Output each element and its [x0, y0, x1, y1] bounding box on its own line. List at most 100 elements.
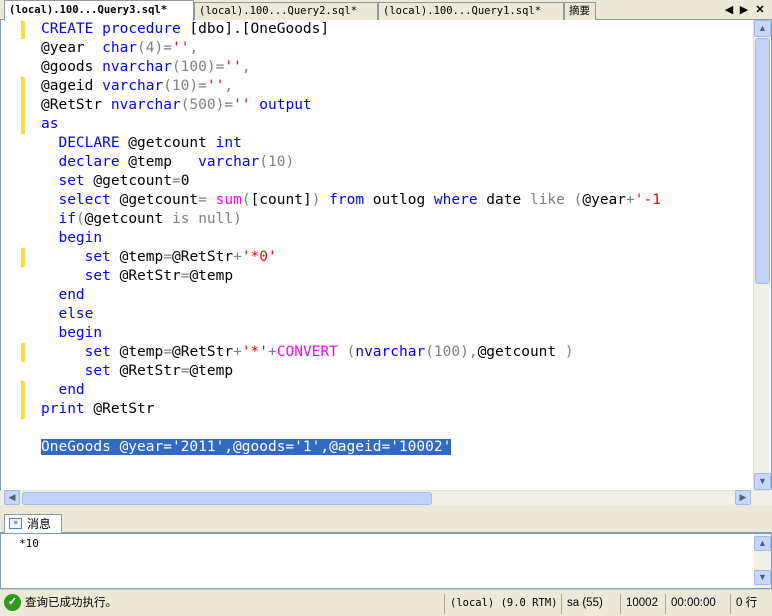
code-token: where [433, 192, 478, 208]
tab-query3[interactable]: (local).100...Query3.sql* [4, 0, 194, 21]
code-token: @getcount [84, 211, 172, 227]
tab-summary[interactable]: 摘要 [564, 2, 596, 20]
code-token: (10) [163, 78, 199, 94]
status-bar: ✓ 查询已成功执行。 (local) (9.0 RTM) sa (55) 100… [0, 589, 772, 616]
code-token: , [468, 344, 478, 360]
code-token: as [41, 116, 59, 132]
status-database: 10002 [620, 594, 664, 614]
code-line[interactable]: set @RetStr=@temp [41, 267, 233, 286]
code-line[interactable]: print @RetStr [41, 400, 155, 419]
horizontal-scroll-thumb[interactable] [22, 492, 432, 505]
arrow-right-icon[interactable]: ▶ [735, 490, 751, 505]
messages-pane[interactable]: *10 ▲ ▼ [0, 533, 772, 589]
code-line[interactable]: end [41, 286, 85, 305]
code-token: select [58, 192, 111, 208]
code-token: '' [206, 78, 225, 94]
query-editor[interactable]: CREATE procedure [dbo].[OneGoods] @year c… [0, 20, 772, 490]
code-token: @getcount [477, 344, 565, 360]
code-token: outlog [364, 192, 434, 208]
code-token: sum [215, 192, 242, 208]
code-line[interactable]: set @temp=@RetStr+'*0' [41, 248, 277, 267]
code-token: output [259, 97, 312, 113]
code-token: from [329, 192, 365, 208]
status-user: sa (55) [561, 594, 619, 614]
code-line[interactable]: select @getcount= sum([count]) from outl… [41, 191, 661, 210]
code-token: @temp [110, 344, 164, 360]
code-token: [count] [250, 192, 312, 208]
code-token: '-1 [634, 192, 661, 208]
vertical-scrollbar[interactable]: ▲ ▼ [753, 20, 771, 490]
code-line[interactable]: CREATE procedure [dbo].[OneGoods] [41, 20, 329, 39]
code-token: begin [58, 230, 103, 246]
code-line[interactable]: declare @temp varchar(10) [41, 153, 294, 172]
code-line[interactable]: OneGoods @year='2011',@goods='1',@ageid=… [41, 438, 452, 457]
code-token: '' [171, 40, 190, 56]
code-token: @temp [110, 249, 164, 265]
arrow-left-icon[interactable]: ◀ [4, 490, 20, 505]
code-token: CREATE [41, 21, 94, 37]
code-line[interactable]: DECLARE @getcount int [41, 134, 241, 153]
code-token: date [477, 192, 530, 208]
horizontal-scrollbar[interactable]: ◀ ▶ [0, 490, 772, 505]
code-token: DECLARE [58, 135, 120, 151]
tab-query1[interactable]: (local).100...Query1.sql* [378, 2, 564, 20]
code-line[interactable]: begin [41, 324, 102, 343]
triangle-left-icon[interactable]: ◀ [722, 3, 736, 17]
arrow-up-icon[interactable]: ▲ [754, 20, 771, 37]
code-token: CONVERT [276, 344, 338, 360]
code-line[interactable]: @year char(4)='', [41, 39, 198, 58]
code-token: varchar [198, 154, 260, 170]
code-line[interactable]: @ageid varchar(10)='', [41, 77, 233, 96]
code-token: @getcount [84, 173, 172, 189]
messages-vertical-scrollbar[interactable]: ▲ ▼ [754, 534, 771, 588]
arrow-up-icon[interactable]: ▲ [754, 536, 771, 551]
changed-line-marker [21, 343, 25, 362]
code-token: @temp [119, 154, 199, 170]
code-token: nvarchar [102, 59, 172, 75]
changed-line-marker [21, 115, 25, 134]
pane-splitter[interactable] [0, 505, 772, 513]
code-token: '' [224, 59, 242, 75]
vertical-scroll-thumb[interactable] [755, 38, 770, 284]
code-token: ( [75, 211, 85, 227]
code-token: @ageid [41, 78, 103, 94]
code-area[interactable]: CREATE procedure [dbo].[OneGoods] @year c… [41, 20, 753, 490]
changed-line-marker [21, 400, 25, 419]
code-line[interactable]: begin [41, 229, 102, 248]
code-token: end [58, 287, 85, 303]
code-token: @getcount [119, 135, 216, 151]
close-icon[interactable]: ✕ [753, 3, 767, 17]
code-token: (500) [180, 97, 225, 113]
code-token: @RetStr [84, 401, 155, 417]
code-line[interactable]: set @getcount=0 [41, 172, 189, 191]
code-token: (100) [425, 344, 469, 360]
code-line[interactable]: @RetStr nvarchar(500)='' output [41, 96, 312, 115]
triangle-right-icon[interactable]: ▶ [737, 3, 751, 17]
code-line[interactable]: if(@getcount is null) [41, 210, 241, 229]
arrow-down-icon[interactable]: ▼ [754, 570, 771, 585]
success-check-icon: ✓ [4, 594, 21, 611]
code-line[interactable]: @goods nvarchar(100)='', [41, 58, 251, 77]
code-token: = [171, 173, 181, 189]
code-line[interactable]: else [41, 305, 93, 324]
arrow-down-icon[interactable]: ▼ [754, 473, 771, 490]
code-line[interactable]: set @temp=@RetStr+'*'+CONVERT (nvarchar(… [41, 343, 574, 362]
code-line[interactable]: set @RetStr=@temp [41, 362, 233, 381]
code-line[interactable]: end [41, 381, 84, 400]
code-token: if [58, 211, 76, 227]
code-token: OneGoods @year='2011',@goods='1',@ageid=… [41, 439, 452, 455]
code-token: (100) [171, 59, 216, 75]
tab-query2[interactable]: (local).100...Query2.sql* [194, 2, 378, 20]
code-line[interactable]: as [41, 115, 58, 134]
code-token: procedure [102, 21, 181, 37]
message-output: *10 [19, 537, 39, 550]
tab-messages[interactable]: ≡ 消息 [4, 514, 62, 534]
